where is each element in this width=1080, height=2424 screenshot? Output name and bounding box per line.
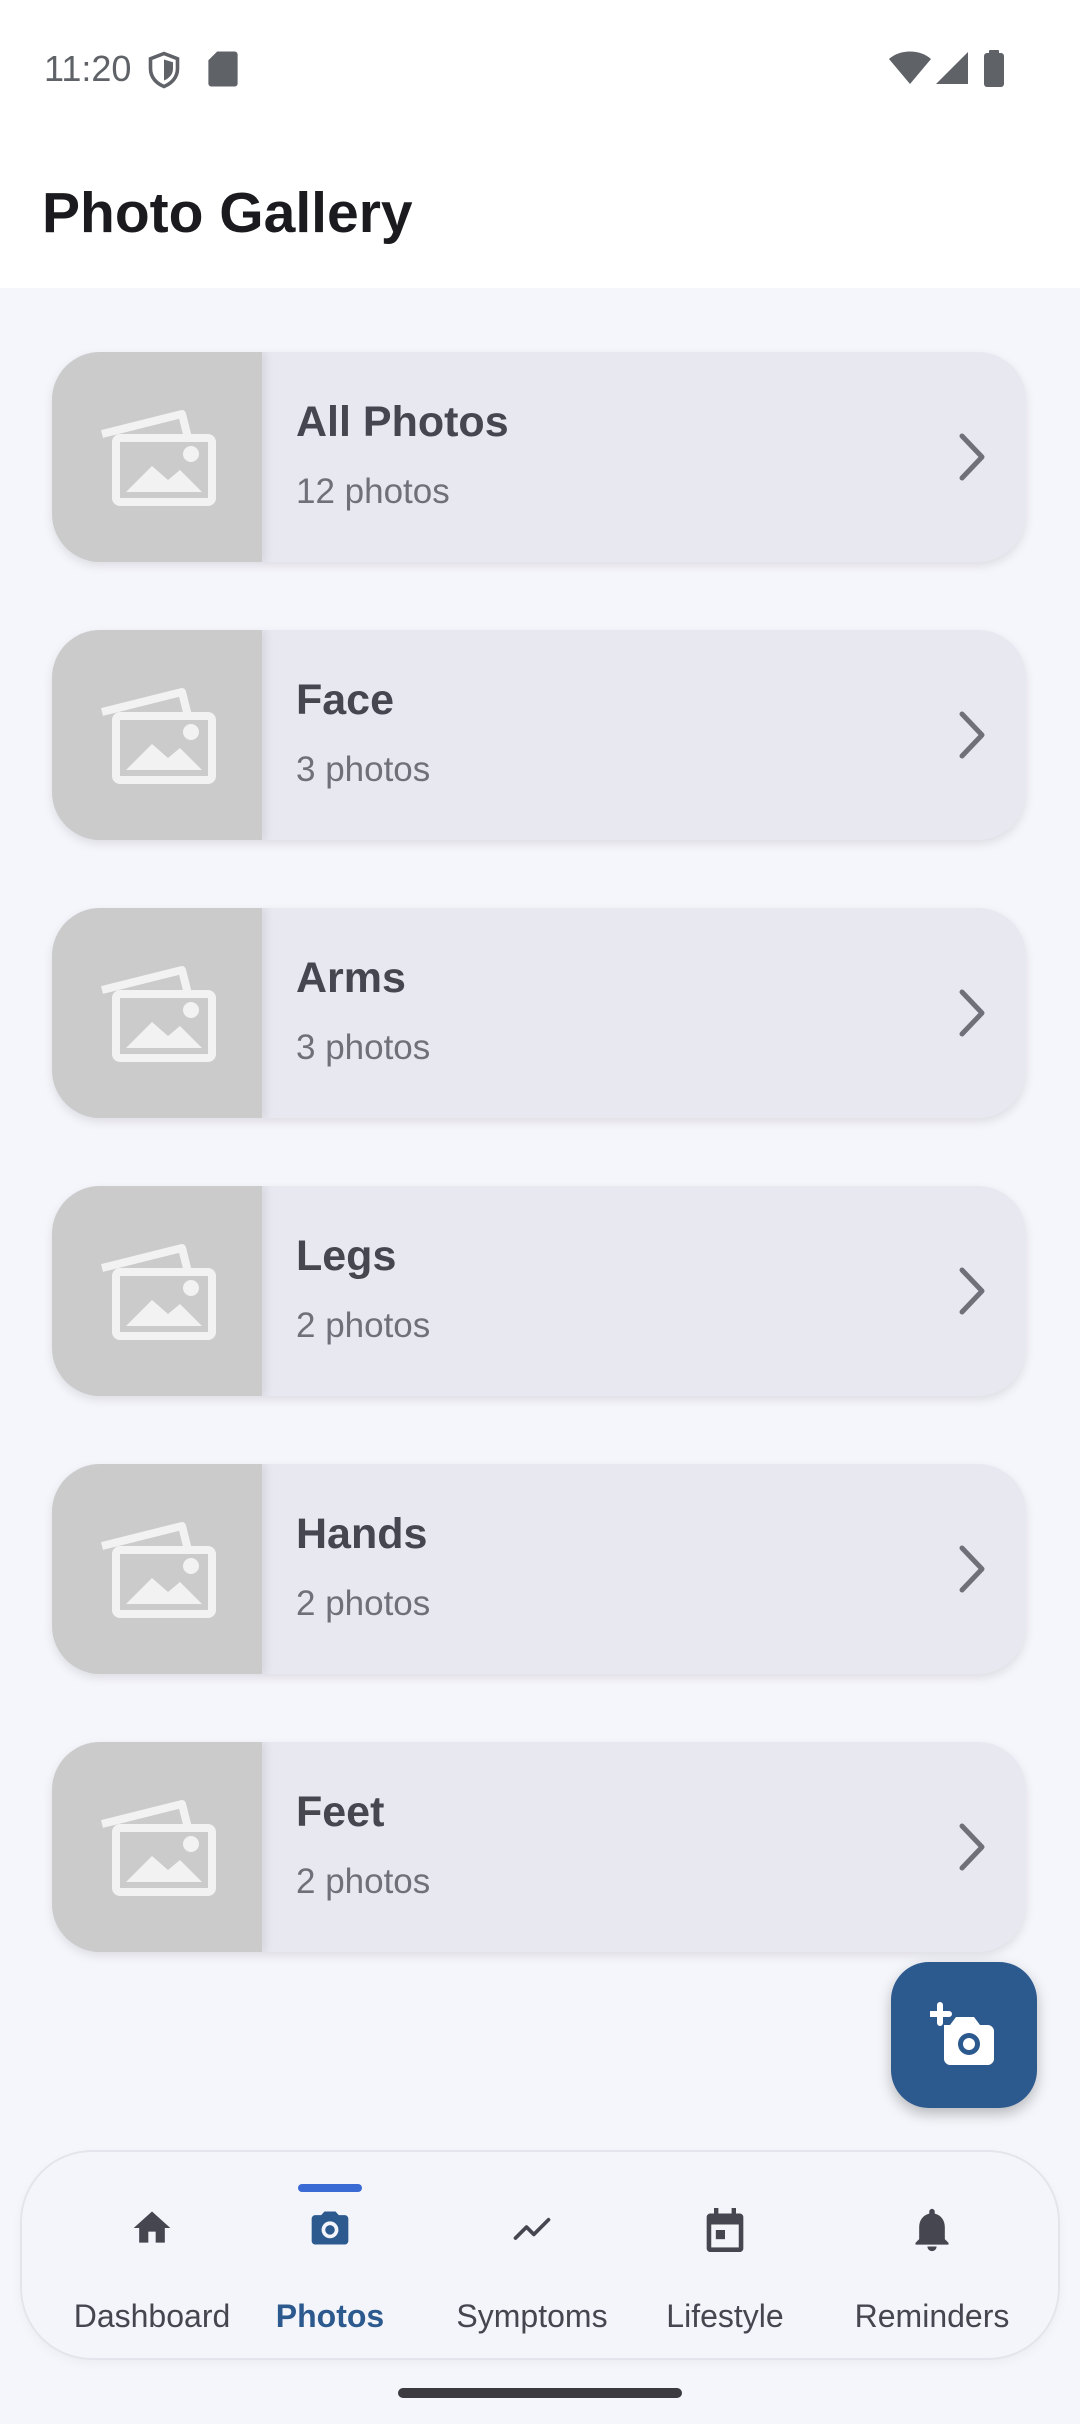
nav-item-reminders[interactable]: Reminders — [822, 2152, 1042, 2358]
photo-placeholder-icon — [101, 966, 216, 1062]
album-photo-count: 2 photos — [296, 1862, 431, 1901]
album-photo-count: 3 photos — [296, 750, 431, 789]
bottom-navigation: Dashboard Photos Symptoms Lifestyle Remi… — [22, 2152, 1058, 2358]
add-photo-button[interactable] — [891, 1962, 1037, 2108]
album-name: Arms — [296, 954, 406, 1002]
home-icon — [133, 2211, 171, 2243]
gesture-navigation-handle[interactable] — [398, 2388, 682, 2398]
album-card-legs[interactable]: Legs 2 photos — [52, 1186, 1026, 1396]
album-name: Legs — [296, 1232, 397, 1280]
wifi-icon — [889, 51, 931, 84]
album-photo-count: 12 photos — [296, 472, 450, 511]
chevron-right-icon — [959, 1823, 985, 1871]
chevron-right-icon — [959, 1545, 985, 1593]
album-name: Feet — [296, 1788, 385, 1836]
nav-item-symptoms[interactable]: Symptoms — [442, 2152, 622, 2358]
album-thumbnail — [52, 1186, 262, 1396]
album-card-arms[interactable]: Arms 3 photos — [52, 908, 1026, 1118]
nav-item-dashboard[interactable]: Dashboard — [62, 2152, 242, 2358]
photo-placeholder-icon — [101, 1522, 216, 1618]
album-thumbnail — [52, 352, 262, 562]
trending-icon — [513, 2217, 551, 2240]
nav-label: Dashboard — [73, 2298, 231, 2334]
album-photo-count: 3 photos — [296, 1028, 431, 1067]
add-photo-camera-icon — [930, 2002, 994, 2065]
sd-card-icon — [208, 51, 238, 87]
nav-label: Lifestyle — [666, 2298, 784, 2334]
calendar-icon — [706, 2208, 744, 2252]
photo-placeholder-icon — [101, 1244, 216, 1340]
album-thumbnail — [52, 908, 262, 1118]
nav-label: Reminders — [854, 2298, 1010, 2334]
album-photo-count: 2 photos — [296, 1584, 431, 1623]
status-time: 11:20 — [44, 48, 132, 89]
album-card-hands[interactable]: Hands 2 photos — [52, 1464, 1026, 1674]
battery-icon — [984, 50, 1004, 87]
app-bar: Photo Gallery — [0, 140, 1080, 288]
status-bar: 11:20 — [0, 0, 1080, 140]
album-card-all-photos[interactable]: All Photos 12 photos — [52, 352, 1026, 562]
page-title: Photo Gallery — [42, 181, 413, 245]
photo-placeholder-icon — [101, 1800, 216, 1896]
album-thumbnail — [52, 1742, 262, 1952]
nav-label: Symptoms — [456, 2298, 608, 2334]
album-card-feet[interactable]: Feet 2 photos — [52, 1742, 1026, 1952]
nav-label: Photos — [275, 2298, 385, 2334]
album-thumbnail — [52, 1464, 262, 1674]
shield-icon — [148, 51, 180, 89]
chevron-right-icon — [959, 1267, 985, 1315]
cellular-signal-icon — [936, 52, 968, 84]
album-card-face[interactable]: Face 3 photos — [52, 630, 1026, 840]
album-name: Face — [296, 676, 395, 724]
album-name: All Photos — [296, 398, 509, 446]
nav-item-lifestyle[interactable]: Lifestyle — [640, 2152, 810, 2358]
chevron-right-icon — [959, 433, 985, 481]
album-name: Hands — [296, 1510, 428, 1558]
active-tab-indicator — [298, 2184, 362, 2192]
camera-icon — [311, 2211, 349, 2245]
chevron-right-icon — [959, 989, 985, 1037]
album-photo-count: 2 photos — [296, 1306, 431, 1345]
bell-icon — [915, 2208, 949, 2252]
nav-item-photos[interactable]: Photos — [260, 2152, 400, 2358]
photo-placeholder-icon — [101, 688, 216, 784]
photo-placeholder-icon — [101, 410, 216, 506]
chevron-right-icon — [959, 711, 985, 759]
album-thumbnail — [52, 630, 262, 840]
